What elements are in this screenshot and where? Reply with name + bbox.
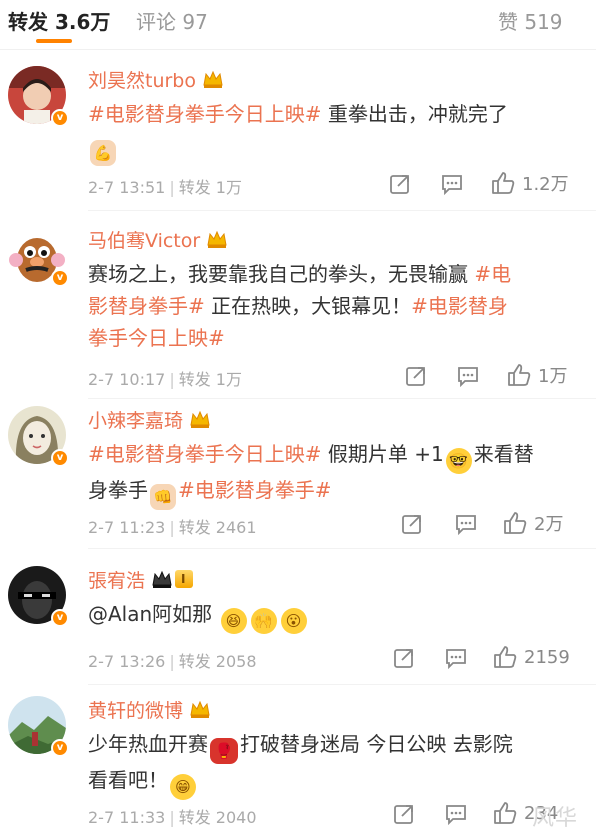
username[interactable]: 小辣李嘉琦 [88, 406, 183, 433]
comment-icon[interactable] [456, 364, 480, 388]
share-icon[interactable] [404, 364, 428, 388]
topic-link[interactable]: #电影替身拳手今日上映# [88, 442, 322, 466]
crown-icon [189, 699, 211, 719]
repost-count[interactable]: 转发 2040 [179, 808, 257, 827]
like-button[interactable]: 2万 [502, 510, 563, 536]
divider [88, 548, 596, 549]
comment-icon[interactable] [444, 802, 468, 826]
crown-icon [189, 409, 211, 429]
fist-emoji: 👊 [150, 484, 176, 510]
divider [88, 210, 596, 211]
like-button[interactable]: 1万 [506, 362, 567, 388]
share-icon[interactable] [388, 172, 412, 196]
like-count: 1万 [538, 366, 568, 387]
comment-text: #电影替身拳手今日上映# 假期片单 +1 🤓 来看替 身拳手 👊 #电影替身拳手# [88, 438, 568, 510]
like-count: 1.2万 [522, 174, 569, 195]
username[interactable]: 刘昊然turbo [88, 66, 196, 93]
timestamp: 2-7 11:33 [88, 808, 166, 827]
tabs-bar: 转发 3.6万 评论 97 赞 519 [0, 0, 596, 50]
topic-link[interactable]: #电 [474, 262, 511, 286]
share-icon[interactable] [400, 512, 424, 536]
crown-icon [151, 569, 173, 589]
share-icon[interactable] [392, 646, 416, 670]
username[interactable]: 马伯骞Victor [88, 226, 200, 253]
thumbs-up-icon [494, 802, 517, 824]
active-tab-indicator [36, 39, 72, 43]
comment-meta: 2-7 13:26 | 转发 2058 [88, 652, 257, 671]
divider [0, 49, 596, 50]
cheer-emoji: 🙌 [250, 608, 277, 634]
comment-meta: 2-7 11:23 | 转发 2461 [88, 518, 257, 537]
share-icon[interactable] [392, 802, 416, 826]
thumbs-up-icon [508, 364, 531, 386]
like-count: 2159 [524, 646, 570, 668]
repost-count[interactable]: 转发 1万 [179, 178, 242, 197]
thumbs-up-icon [494, 646, 517, 668]
like-button[interactable]: 1.2万 [490, 170, 569, 196]
like-button[interactable]: 2159 [492, 644, 570, 670]
boxing-glove-emoji: 🥊 [210, 738, 238, 764]
crown-icon [202, 69, 224, 89]
username[interactable]: 黄轩的微博 [88, 696, 183, 723]
comment-text: 少年热血开赛 🥊 打破替身迷局 今日公映 去影院 看看吧！ 😁 [88, 728, 568, 800]
verified-badge-icon: v [51, 609, 69, 627]
comment-text: #电影替身拳手今日上映# 重拳出击，冲就完了 💪 [88, 98, 568, 166]
flexed-biceps-emoji: 💪 [90, 140, 116, 166]
grinning-emoji: 😁 [170, 774, 196, 800]
comment-text: @Alan阿如那 😆 🙌 😮 [88, 598, 568, 634]
timestamp: 2-7 10:17 [88, 370, 166, 389]
comment-icon[interactable] [440, 172, 464, 196]
comment-meta: 2-7 11:33 | 转发 2040 [88, 808, 257, 827]
timestamp: 2-7 13:51 [88, 178, 166, 197]
nerd-face-emoji: 🤓 [445, 448, 472, 474]
divider [88, 684, 596, 685]
divider [88, 398, 596, 399]
mention-link[interactable]: @Alan阿如那 [88, 602, 212, 626]
topic-link[interactable]: #电影替身拳手# [178, 478, 332, 502]
timestamp: 2-7 11:23 [88, 518, 166, 537]
tab-repost[interactable]: 转发 3.6万 [8, 6, 110, 35]
like-count: 2万 [534, 514, 564, 535]
excited-emoji: 😆 [220, 608, 247, 634]
comment-meta: 2-7 10:17 | 转发 1万 [88, 370, 242, 389]
topic-link[interactable]: #电影替身 [411, 294, 508, 318]
level-badge: I [175, 570, 194, 588]
verified-badge-icon: v [51, 449, 69, 467]
repost-count[interactable]: 转发 1万 [179, 370, 242, 389]
comment-text: 赛场之上，我要靠我自己的拳头，无畏输赢 #电 影替身拳手# 正在热映，大银幕见！#… [88, 262, 512, 350]
topic-link[interactable]: #电影替身拳手今日上映# [88, 102, 322, 126]
repost-count[interactable]: 转发 2058 [179, 652, 257, 671]
crown-icon [206, 229, 228, 249]
topic-link[interactable]: 拳手今日上映# [88, 326, 225, 350]
comment-icon[interactable] [454, 512, 478, 536]
comment-icon[interactable] [444, 646, 468, 670]
comment-meta: 2-7 13:51 | 转发 1万 [88, 178, 242, 197]
topic-link[interactable]: 影替身拳手# [88, 294, 205, 318]
timestamp: 2-7 13:26 [88, 652, 166, 671]
tab-comment[interactable]: 评论 97 [136, 6, 208, 35]
verified-badge-icon: v [51, 269, 69, 287]
verified-badge-icon: v [51, 109, 69, 127]
repost-count[interactable]: 转发 2461 [179, 518, 257, 537]
username[interactable]: 張宥浩 [88, 566, 145, 593]
thumbs-up-icon [492, 172, 515, 194]
surprised-emoji: 😮 [280, 608, 307, 634]
verified-badge-icon: v [51, 739, 69, 757]
watermark: 风华 [532, 806, 579, 831]
tab-like[interactable]: 赞 519 [498, 6, 563, 35]
thumbs-up-icon [504, 512, 527, 534]
